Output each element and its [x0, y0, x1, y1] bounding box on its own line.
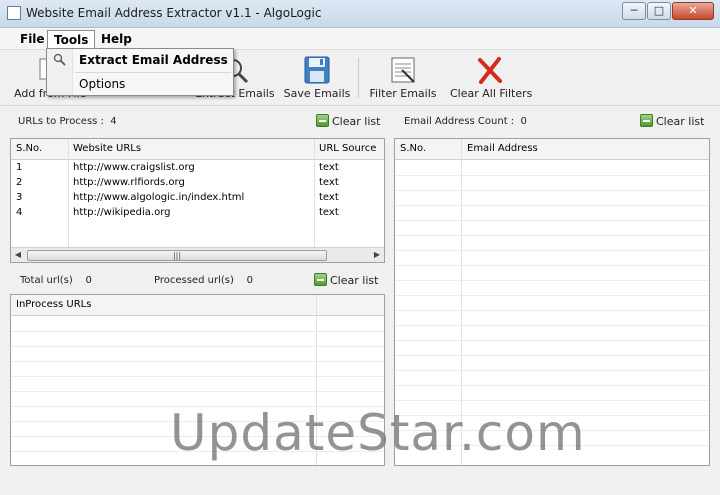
col-email-sno[interactable]: S.No.: [400, 143, 426, 154]
inprocess-clear-list-button[interactable]: Clear list: [314, 273, 378, 287]
save-emails-label: Save Emails: [283, 87, 351, 100]
scroll-thumb[interactable]: |||: [27, 250, 327, 261]
toolbar-separator: [358, 58, 359, 98]
scroll-right-arrow[interactable]: ▶: [371, 249, 383, 261]
total-urls-value: 0: [85, 275, 92, 286]
email-count-label: Email Address Count : 0: [404, 116, 527, 127]
inprocess-grid-header: InProcess URLs: [11, 295, 384, 316]
email-clear-list-button[interactable]: Clear list: [640, 114, 704, 128]
save-emails-button[interactable]: Save Emails: [283, 54, 351, 102]
clear-list-icon: [640, 114, 653, 127]
processed-urls-value: 0: [246, 275, 253, 286]
filter-emails-label: Filter Emails: [369, 87, 437, 100]
clear-all-filters-label: Clear All Filters: [450, 87, 533, 100]
menu-tools[interactable]: Tools: [47, 30, 96, 49]
urls-clear-list-button[interactable]: Clear list: [316, 114, 380, 128]
table-row[interactable]: 1 http://www.craigslist.org text: [11, 161, 384, 176]
window-title: Website Email Address Extractor v1.1 - A…: [26, 6, 322, 20]
scroll-left-arrow[interactable]: ◀: [12, 249, 24, 261]
processed-urls-label: Processed url(s) 0: [154, 275, 253, 286]
minimize-button[interactable]: ─: [622, 2, 646, 20]
clear-list-icon: [316, 114, 329, 127]
urls-to-process-label: URLs to Process : 4: [18, 116, 117, 127]
col-url-source[interactable]: URL Source: [319, 143, 376, 154]
close-button[interactable]: ✕: [672, 2, 714, 20]
menu-item-options[interactable]: Options: [49, 74, 231, 94]
urls-grid[interactable]: S.No. Website URLs URL Source 1 http://w…: [10, 138, 385, 263]
col-website-urls[interactable]: Website URLs: [73, 143, 141, 154]
table-row[interactable]: 4 http://wikipedia.org text: [11, 206, 384, 221]
table-row[interactable]: 2 http://www.rlfiords.org text: [11, 176, 384, 191]
tools-dropdown-menu: Extract Email Address Options: [46, 48, 234, 96]
menu-item-extract-email[interactable]: Extract Email Address: [49, 50, 231, 70]
watermark-text: UpdateStar.com: [170, 404, 586, 462]
menu-file[interactable]: File: [14, 30, 51, 49]
urls-horizontal-scrollbar[interactable]: ◀ ||| ▶: [11, 247, 384, 262]
col-email-address[interactable]: Email Address: [467, 143, 538, 154]
menu-help[interactable]: Help: [95, 30, 138, 49]
col-inprocess-urls[interactable]: InProcess URLs: [16, 299, 91, 310]
menu-separator: [75, 72, 231, 73]
col-sno[interactable]: S.No.: [16, 143, 42, 154]
clear-all-filters-button[interactable]: Clear All Filters: [450, 54, 533, 102]
red-x-icon: [478, 57, 502, 84]
floppy-disk-icon: [304, 56, 330, 84]
maximize-button[interactable]: □: [647, 2, 671, 20]
email-count-value: 0: [520, 116, 527, 127]
filter-emails-button[interactable]: Filter Emails: [369, 54, 437, 102]
table-row[interactable]: 3 http://www.algologic.in/index.html tex…: [11, 191, 384, 206]
urls-count: 4: [110, 116, 117, 127]
clear-list-icon: [314, 273, 327, 286]
email-grid-header: S.No. Email Address: [395, 139, 709, 160]
total-urls-label: Total url(s) 0: [20, 275, 92, 286]
app-icon: [7, 6, 21, 20]
filter-list-icon: [391, 57, 415, 83]
